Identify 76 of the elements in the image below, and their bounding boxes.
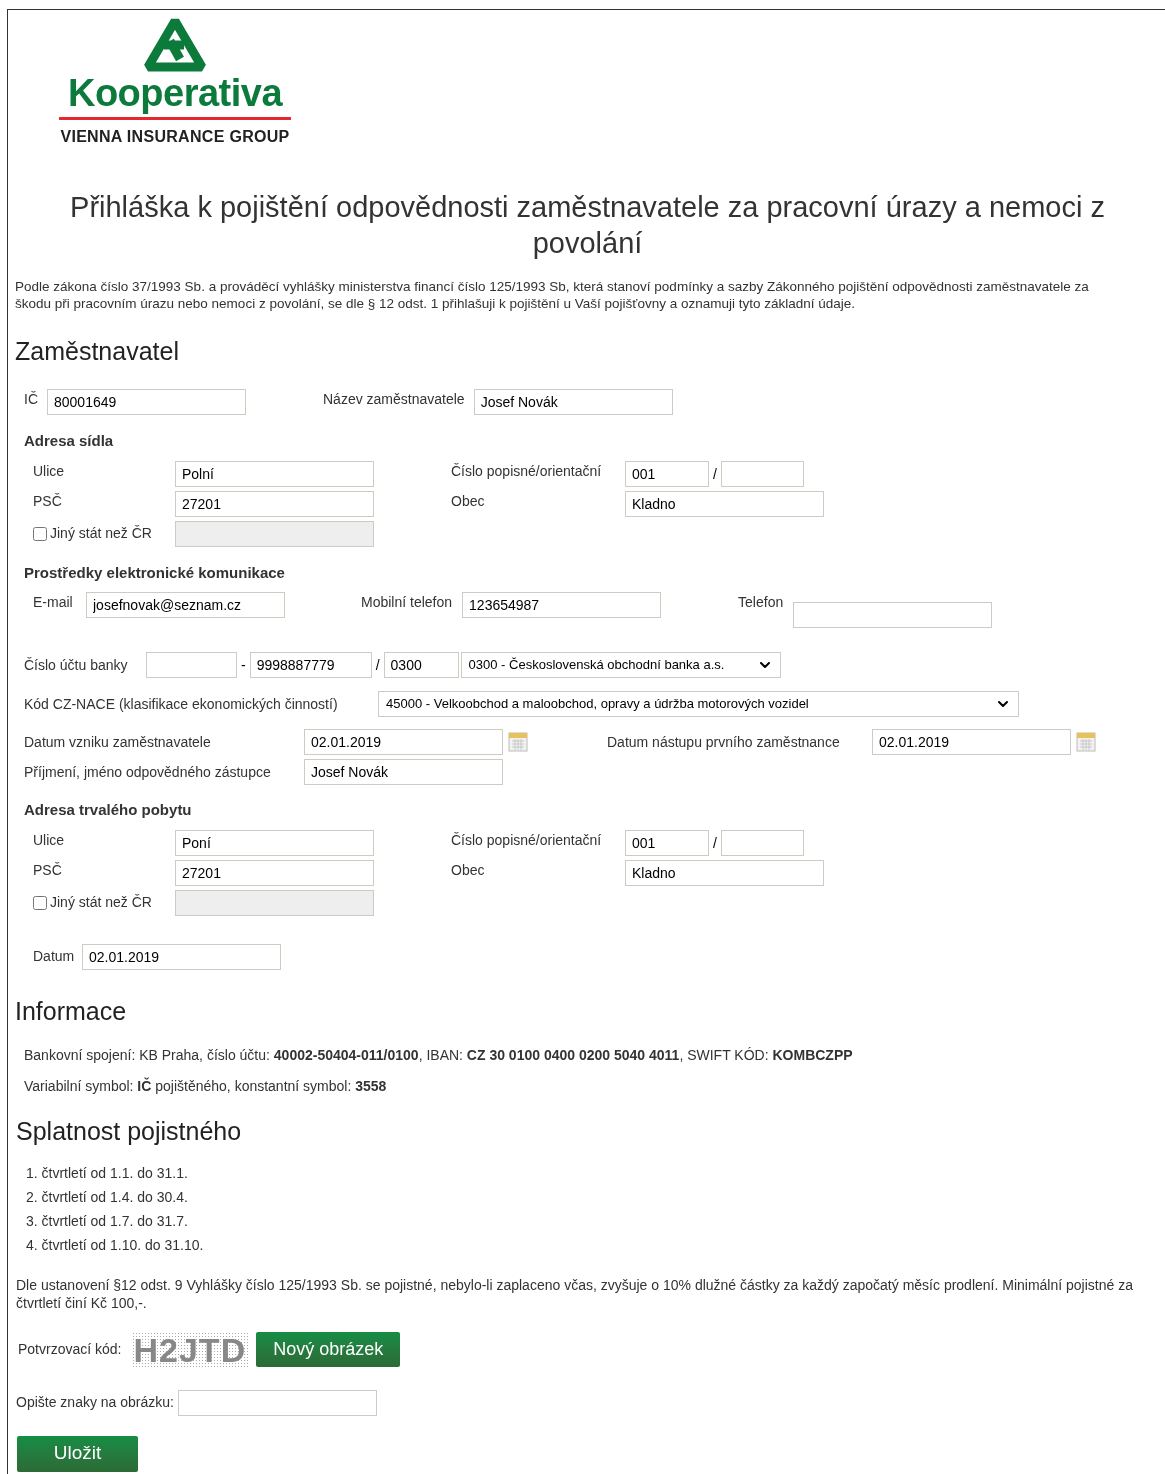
- section-heading: Informace: [15, 995, 128, 1026]
- input-field[interactable]: 9998887779: [249, 652, 372, 678]
- field-label: Opište znaky na obrázku:: [16, 1393, 174, 1412]
- list-item: 1. čtvrtletí od 1.1. do 31.1.: [26, 1163, 189, 1182]
- field-label: PSČ: [33, 491, 63, 511]
- field-label: Jiný stát než ČR: [50, 524, 152, 543]
- field-label: Datum: [33, 947, 76, 966]
- section-heading: Splatnost pojistného: [16, 1115, 243, 1146]
- input-field[interactable]: Polní: [175, 460, 374, 487]
- dropdown[interactable]: 0300 - Československá obchodní banka a.s.: [460, 652, 781, 678]
- input-field[interactable]: 001: [625, 829, 709, 856]
- note-text: Dle ustanovení §12 odst. 9 Vyhlášky číslo 125/1993 Sb. se pojistné, nebylo-li zaplaceno včas, zvyšuje o 10% dlužné částky za každý započatý měsíc prodlení. Minimální pojistné za čtvrtletí činí Kč 100,-.: [16, 1275, 1134, 1312]
- subsection-heading: Adresa trvalého pobytu: [24, 800, 193, 820]
- input-field[interactable]: [146, 652, 237, 678]
- list-item: 3. čtvrtletí od 1.7. do 31.7.: [26, 1211, 189, 1230]
- save-button[interactable]: Uložit: [17, 1435, 138, 1472]
- field-label: Mobilní telefon: [361, 593, 453, 612]
- separator: /: [713, 833, 717, 853]
- list-item: 4. čtvrtletí od 1.10. do 31.10.: [26, 1235, 205, 1254]
- field-label: Datum nástupu prvního zaměstnance: [607, 732, 841, 752]
- input-field[interactable]: 80001649: [47, 389, 246, 415]
- field-label: Potvrzovací kód:: [18, 1340, 122, 1359]
- input-field[interactable]: [720, 460, 804, 487]
- field-label: E-mail: [33, 593, 74, 612]
- input-field[interactable]: Poní: [175, 829, 374, 856]
- input-field[interactable]: josefnovak@seznam.cz: [86, 592, 285, 618]
- input-field[interactable]: Josef Novák: [473, 389, 673, 415]
- field-label: Číslo účtu banky: [24, 655, 129, 675]
- field-label: Obec: [451, 860, 486, 880]
- input-field[interactable]: 02.01.2019: [872, 729, 1071, 755]
- brand-name: Kooperativa: [67, 73, 283, 113]
- field-label: Datum vzniku zaměstnavatele: [24, 732, 212, 752]
- separator: /: [713, 464, 717, 484]
- input-field[interactable]: 001: [625, 460, 709, 487]
- input-field[interactable]: Kladno: [625, 859, 824, 886]
- input-field[interactable]: [178, 1389, 377, 1416]
- calendar-icon[interactable]: [1076, 732, 1096, 752]
- field-label: PSČ: [33, 860, 63, 880]
- field-label: Telefon: [738, 593, 784, 612]
- brand-tagline: VIENNA INSURANCE GROUP: [60, 127, 290, 147]
- input-field[interactable]: Josef Novák: [304, 759, 503, 785]
- field-label: Ulice: [33, 461, 66, 481]
- field-label: IČ: [24, 390, 39, 409]
- subsection-heading: Prostředky elektronické komunikace: [24, 562, 286, 583]
- input-field[interactable]: 02.01.2019: [304, 729, 503, 755]
- input-field[interactable]: 27201: [175, 859, 374, 886]
- page-title: Přihláška k pojištění odpovědnosti zaměstnavatele za pracovní úrazy a nemoci z povolání: [69, 190, 1106, 261]
- field-label: Jiný stát než ČR: [50, 893, 152, 912]
- new-image-button[interactable]: Nový obrázek: [256, 1332, 401, 1367]
- field-label: Číslo popisné/orientační: [451, 830, 603, 850]
- field-label: Příjmení, jméno odpovědného zástupce: [24, 762, 272, 782]
- field-label: Název zaměstnavatele: [323, 390, 465, 409]
- input-field[interactable]: Kladno: [625, 490, 824, 517]
- field-label: Obec: [451, 491, 486, 511]
- separator: /: [375, 655, 380, 675]
- input-field[interactable]: [793, 602, 993, 628]
- dropdown[interactable]: 45000 - Velkoobchod a maloobchod, opravy a údržba motorových vozidel: [378, 691, 1019, 717]
- info-text: Variabilní symbol: IČ pojištěného, konstantní symbol: 3558: [24, 1076, 388, 1095]
- input-field[interactable]: 123654987: [462, 592, 662, 618]
- subsection-heading: Adresa sídla: [24, 431, 115, 451]
- captcha-image: H2JTD: [131, 1331, 249, 1368]
- separator: -: [241, 655, 246, 675]
- input-field[interactable]: 02.01.2019: [82, 943, 281, 970]
- field-label: Kód CZ-NACE (klasifikace ekonomických činností): [24, 694, 339, 714]
- field-label: Číslo popisné/orientační: [451, 461, 603, 481]
- checkbox[interactable]: [33, 895, 47, 910]
- section-heading: Zaměstnavatel: [15, 336, 180, 366]
- calendar-icon[interactable]: [508, 732, 528, 752]
- input-field[interactable]: [720, 829, 804, 856]
- field-label: Ulice: [33, 830, 66, 850]
- intro-text: Podle zákona číslo 37/1993 Sb. a prováděcí vyhlášky ministerstva financí číslo 125/1993 Sb, která stanoví podmínky a sazby Zákonného pojištění odpovědnosti zaměstnavatele za škodu při pracovním úrazu nebo nemoci z povolání, se dle § 12 odst. 1 přihlašuji k pojištění u Vaší pojišťovny a oznamuji tyto základní údaje.: [15, 278, 1090, 312]
- list-item: 2. čtvrtletí od 1.4. do 30.4.: [26, 1187, 189, 1206]
- input-field[interactable]: 0300: [383, 652, 459, 678]
- checkbox[interactable]: [33, 526, 47, 541]
- input-field[interactable]: 27201: [175, 490, 374, 517]
- info-text: Bankovní spojení: KB Praha, číslo účtu: 40002-50404-011/0100, IBAN: CZ 30 0100 0400 0200 5040 4011, SWIFT KÓD: KOMBCZPP: [24, 1045, 854, 1064]
